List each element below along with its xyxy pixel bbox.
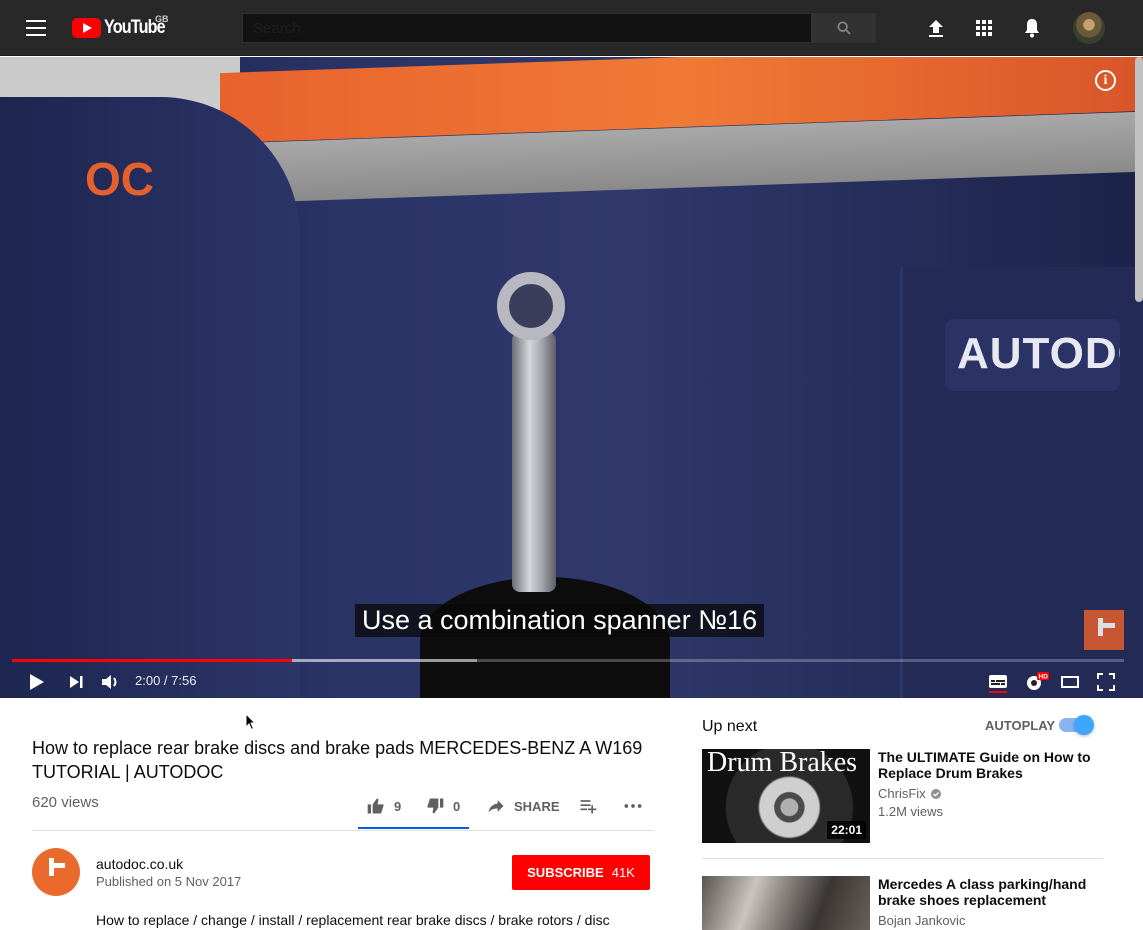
recommended-video-channel[interactable]: ChrisFix [878, 786, 942, 801]
video-player[interactable]: OC AUTODC i Use a combination spanner №1… [0, 57, 1143, 698]
recommended-video-title[interactable]: The ULTIMATE Guide on How to Replace Dru… [878, 749, 1098, 781]
share-button[interactable]: SHARE [486, 796, 560, 816]
thumbs-up-icon [367, 798, 384, 814]
youtube-play-icon [72, 18, 101, 38]
like-dislike-bar [358, 827, 469, 829]
channel-watermark[interactable] [1084, 610, 1124, 650]
avatar[interactable] [1073, 12, 1105, 44]
subscribe-button[interactable]: SUBSCRIBE 41K [512, 855, 650, 890]
settings-icon[interactable]: HD [1023, 670, 1049, 694]
divider [702, 858, 1103, 859]
country-code: GB [155, 14, 169, 24]
toggle-knob [1074, 715, 1094, 735]
like-button[interactable]: 9 [366, 796, 401, 816]
masthead: YouTube GB [0, 0, 1143, 56]
menu-icon[interactable] [26, 20, 46, 36]
share-label: SHARE [514, 798, 560, 814]
mouse-cursor-icon [245, 713, 257, 731]
recommended-video-views: 1.2M views [878, 804, 944, 819]
more-actions-button[interactable] [623, 796, 643, 816]
publish-date: Published on 5 Nov 2017 [96, 874, 242, 889]
progress-bar[interactable] [12, 659, 1124, 662]
channel-name[interactable]: autodoc.co.uk [96, 856, 183, 872]
video-caption: Use a combination spanner №16 [355, 604, 765, 637]
time-display: 2:00 / 7:56 [135, 673, 197, 688]
fullscreen-icon[interactable] [1094, 670, 1118, 694]
subscriber-count: 41K [611, 865, 635, 880]
next-icon[interactable] [64, 670, 88, 694]
like-count: 9 [394, 798, 402, 814]
upload-icon[interactable] [924, 16, 948, 40]
search-icon [837, 21, 851, 35]
view-count: 620 views [32, 794, 99, 811]
glove [420, 577, 670, 698]
info-icon[interactable]: i [1095, 70, 1116, 91]
watch-metadata: How to replace rear brake discs and brak… [0, 698, 1143, 930]
dislike-button[interactable]: 0 [425, 796, 460, 816]
dislike-count: 0 [453, 798, 461, 814]
thumbs-down-icon [427, 798, 444, 814]
more-icon [624, 804, 642, 808]
video-thumbnail[interactable]: Drum Brakes 22:01 [702, 749, 870, 843]
playlist-add-icon [580, 800, 597, 814]
autoplay-toggle[interactable] [1059, 715, 1094, 735]
page-scrollbar[interactable] [1135, 57, 1143, 302]
share-icon [488, 800, 504, 813]
video-description: How to replace / change / install / repl… [96, 912, 610, 928]
subscribe-label: SUBSCRIBE [527, 865, 604, 880]
hd-badge: HD [1039, 674, 1049, 681]
search-input[interactable] [242, 13, 812, 43]
apps-icon[interactable] [972, 16, 996, 40]
thumbnail-title: Drum Brakes [707, 749, 858, 778]
patch-text: AUTODC [957, 329, 1120, 378]
wrench-head [497, 272, 565, 340]
recommended-video-channel[interactable]: Bojan Jankovic [878, 913, 965, 928]
progress-played [12, 659, 293, 662]
recommended-video-title[interactable]: Mercedes A class parking/hand brake shoe… [878, 876, 1098, 908]
search-button[interactable] [811, 13, 876, 43]
theater-mode-icon[interactable] [1058, 670, 1082, 694]
autodoc-patch: AUTODC [945, 319, 1120, 391]
autoplay-label: AUTOPLAY [985, 718, 1056, 733]
sleeve-logo: OC [85, 153, 154, 205]
like-ratio-fill [358, 827, 469, 829]
divider [32, 830, 654, 831]
channel-avatar[interactable] [32, 848, 80, 896]
verified-icon [930, 788, 941, 799]
wrench-shaft [512, 332, 556, 592]
video-thumbnail[interactable] [702, 876, 870, 930]
add-to-playlist-button[interactable] [578, 796, 598, 816]
up-next-heading: Up next [702, 718, 758, 735]
youtube-logo[interactable]: YouTube GB [72, 14, 175, 39]
volume-icon[interactable] [98, 670, 122, 694]
channel-label: ChrisFix [878, 786, 926, 801]
subtitles-icon[interactable] [986, 670, 1010, 694]
video-duration: 22:01 [827, 821, 866, 839]
channel-label: Bojan Jankovic [878, 913, 966, 928]
play-icon[interactable] [24, 670, 48, 694]
notifications-icon[interactable] [1020, 16, 1044, 40]
video-title: How to replace rear brake discs and brak… [32, 738, 643, 782]
